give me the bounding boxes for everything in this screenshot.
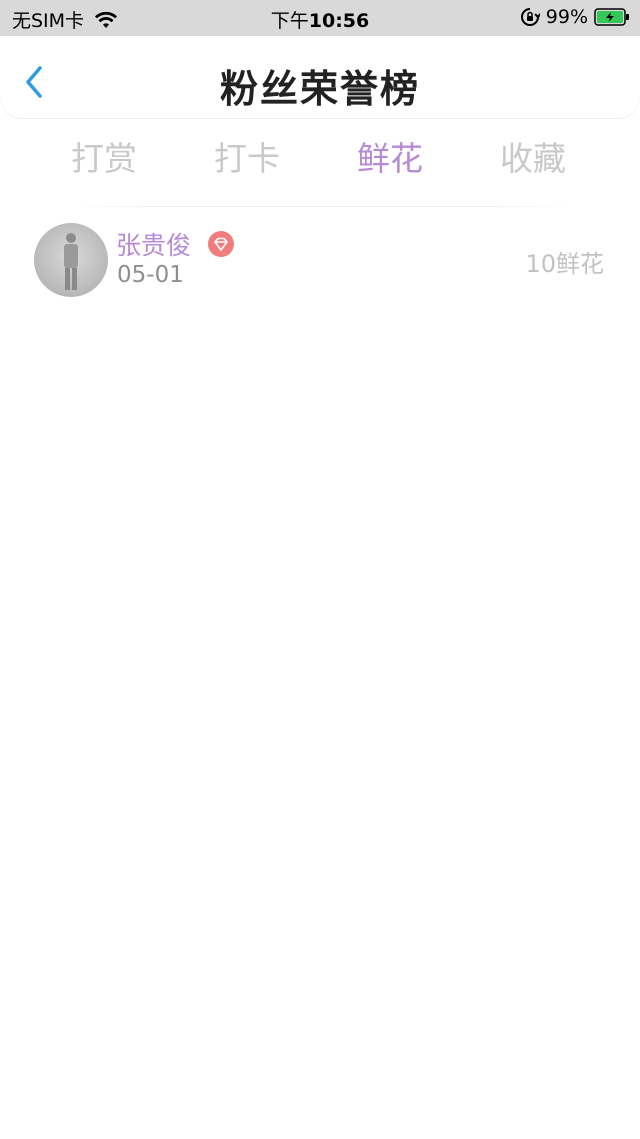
time-prefix: 下午 [270,10,309,32]
time-value: 10:56 [308,10,370,32]
avatar-figure [64,233,78,290]
orientation-lock-icon [520,8,540,26]
page-title: 粉丝荣誉榜 [219,67,420,111]
diamond-icon [208,231,234,257]
tab-bar: 打赏 打卡 鲜花 收藏 [0,120,640,186]
tab-checkin[interactable]: 打卡 [177,132,317,180]
tab-divider [70,206,570,207]
status-bar: 无SIM卡 下午10:56 99% [0,0,640,36]
tab-tip[interactable]: 打赏 [34,132,174,180]
user-name: 张贵俊 [116,231,192,260]
navigation-bar: 粉丝荣誉榜 [0,36,640,118]
avatar[interactable] [34,223,108,297]
user-date: 05-01 [117,262,184,288]
battery-charging-icon [594,8,629,26]
tab-favorites[interactable]: 收藏 [463,132,603,180]
tab-flowers[interactable]: 鲜花 [320,132,460,180]
flower-count: 10鲜花 [525,250,604,278]
battery-percent: 99% [545,6,588,28]
list-item[interactable]: 张贵俊 05-01 10鲜花 [0,218,640,302]
status-bar-right: 99% [520,6,630,28]
